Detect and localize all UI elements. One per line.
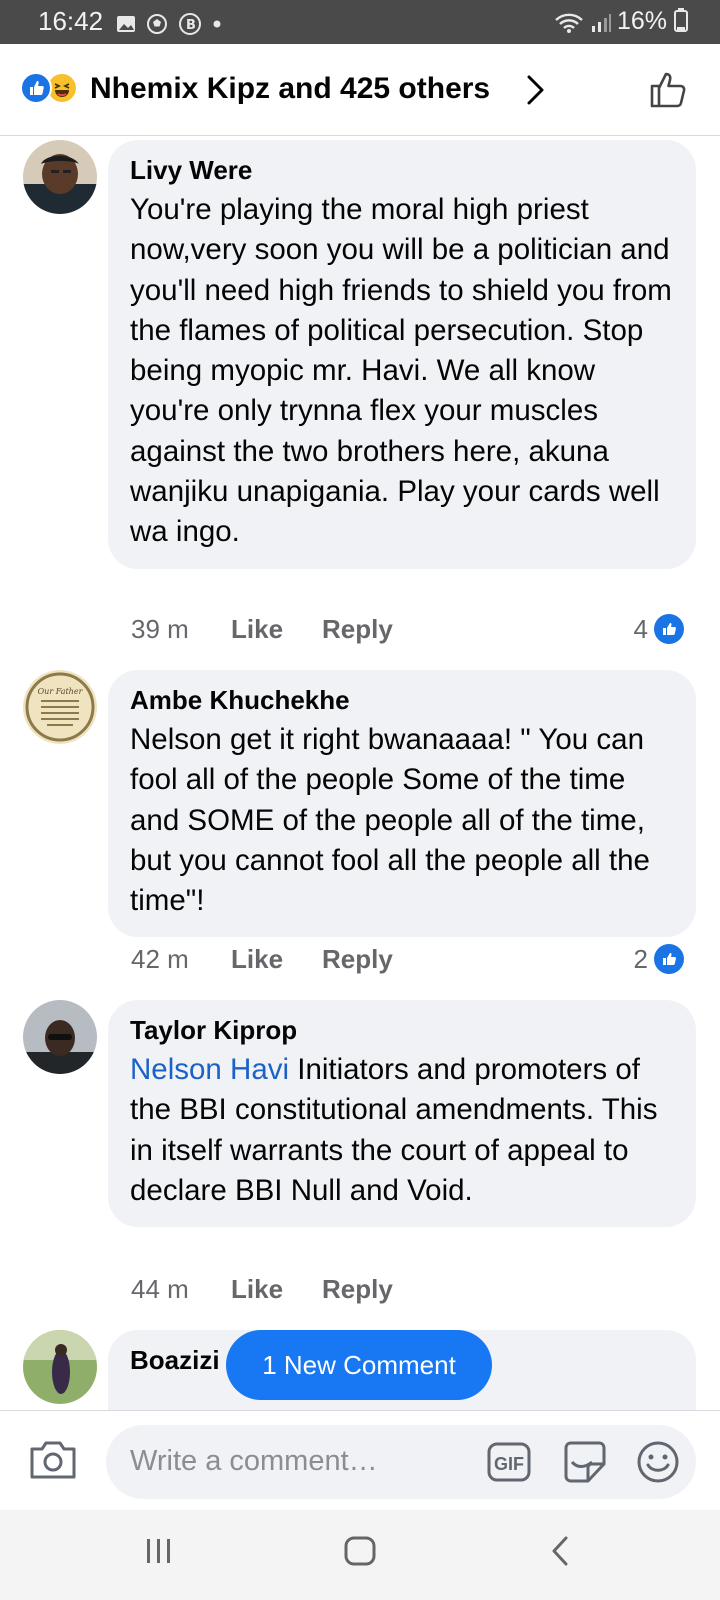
reply-button[interactable]: Reply (322, 944, 393, 978)
reply-button[interactable]: Reply (322, 1274, 393, 1308)
reactors-summary[interactable]: Nhemix Kipz and 425 others (90, 72, 490, 106)
chevron-right-icon[interactable] (526, 74, 546, 106)
sticker-icon[interactable] (562, 1440, 608, 1484)
reply-button[interactable]: Reply (322, 614, 393, 648)
battery-level: 16% (617, 7, 688, 36)
signal-icon (592, 14, 611, 32)
system-icons (554, 12, 612, 34)
comment-author[interactable]: Livy Were (130, 154, 674, 186)
mention-link[interactable]: Nelson Havi (130, 1053, 289, 1086)
like-button[interactable]: Like (231, 944, 322, 978)
comment-bubble[interactable]: Ambe Khuchekhe Nelson get it right bwana… (108, 670, 696, 938)
comment-text: Nelson Havi Initiators and promoters of … (130, 1050, 674, 1211)
comment-time: 39 m (131, 614, 189, 644)
status-bar: 16:42 B 16% (0, 0, 720, 44)
notification-icons: B (116, 12, 222, 36)
like-button[interactable]: Like (231, 1274, 322, 1308)
svg-text:B: B (186, 18, 196, 33)
battery-icon (674, 8, 688, 32)
reaction-count[interactable]: 4 (634, 612, 684, 646)
wifi-icon (555, 13, 583, 33)
gallery-icon (117, 16, 135, 32)
recent-apps-icon[interactable] (144, 1536, 174, 1566)
comment-author[interactable]: Ambe Khuchekhe (130, 684, 674, 716)
reactions-header[interactable]: Nhemix Kipz and 425 others (0, 44, 720, 136)
reaction-emojis (20, 72, 84, 106)
status-time: 16:42 (38, 6, 104, 36)
avatar[interactable]: Our Father (23, 670, 97, 744)
comment-actions: 44 m Like Reply (131, 1274, 393, 1308)
soccer-ball-icon (147, 14, 167, 34)
comment-input-placeholder: Write a comment… (130, 1445, 378, 1477)
b-circle-icon: B (179, 13, 201, 35)
dot-icon (213, 20, 221, 28)
system-nav-bar (0, 1510, 720, 1600)
comment-input[interactable]: Write a comment… GIF (106, 1425, 696, 1499)
emoji-icon[interactable] (636, 1440, 680, 1484)
reaction-count-value: 4 (633, 613, 648, 644)
thumbs-up-icon[interactable] (648, 68, 690, 110)
avatar[interactable] (23, 1330, 97, 1404)
battery-percent: 16% (617, 7, 668, 35)
like-reaction-icon (654, 944, 684, 974)
comment-actions: 42 m Like Reply (131, 944, 393, 978)
comment-actions: 39 m Like Reply (131, 614, 393, 648)
avatar[interactable] (23, 140, 97, 214)
comment-time: 42 m (131, 944, 189, 974)
avatar[interactable] (23, 1000, 97, 1074)
camera-icon[interactable] (28, 1437, 78, 1481)
reaction-count[interactable]: 2 (634, 942, 684, 976)
comment-time: 44 m (131, 1274, 189, 1304)
comment-bubble[interactable]: Taylor Kiprop Nelson Havi Initiators and… (108, 1000, 696, 1228)
like-reaction-icon (654, 614, 684, 644)
new-comment-button[interactable]: 1 New Comment (226, 1330, 492, 1400)
avatar-caption: Our Father (38, 687, 84, 696)
comment-author[interactable]: Taylor Kiprop (130, 1014, 674, 1046)
back-icon[interactable] (550, 1536, 570, 1566)
like-reaction-icon (20, 72, 52, 104)
gif-icon[interactable]: GIF (486, 1441, 532, 1483)
home-icon[interactable] (344, 1536, 376, 1566)
comment-bubble[interactable]: Livy Were You're playing the moral high … (108, 140, 696, 569)
comment-text: Nelson get it right bwanaaaa! " You can … (130, 723, 650, 918)
gif-label: GIF (494, 1454, 524, 1474)
comment-text: You're playing the moral high priest now… (130, 193, 672, 549)
reaction-count-value: 2 (633, 943, 648, 974)
like-button[interactable]: Like (231, 614, 322, 648)
comment-composer: Write a comment… GIF (0, 1410, 720, 1510)
